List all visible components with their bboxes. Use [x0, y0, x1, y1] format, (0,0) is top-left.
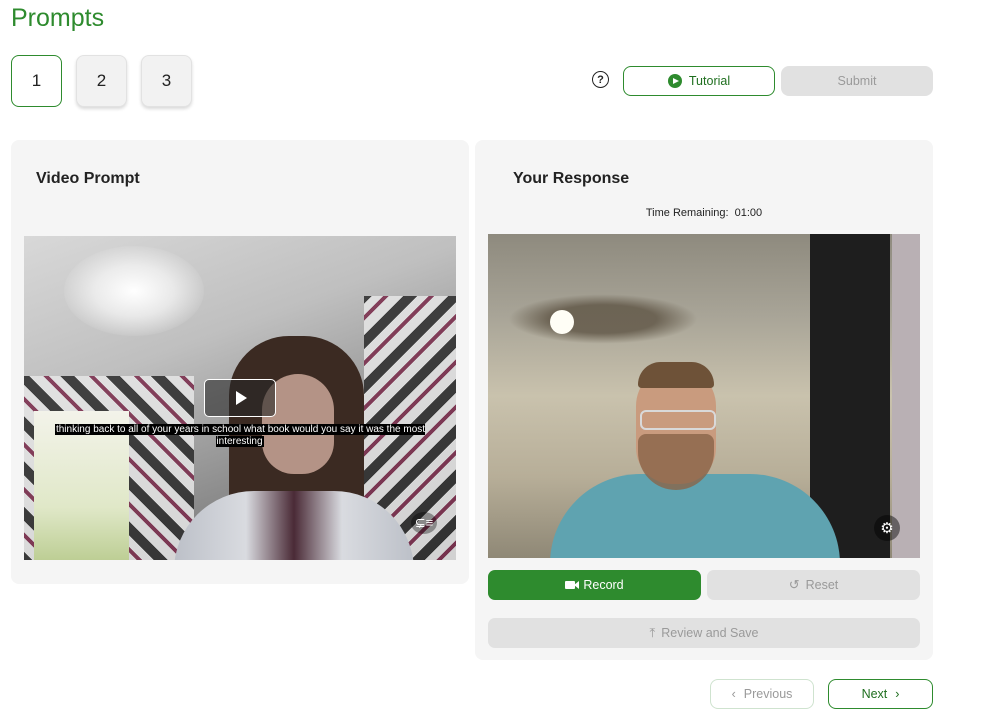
prompt-tab-2[interactable]: 2	[76, 55, 127, 107]
play-circle-icon	[667, 74, 682, 88]
webcam-preview: ⚙	[488, 234, 920, 558]
ceiling-fan	[508, 294, 698, 344]
previous-label: Previous	[743, 687, 793, 701]
fan-light	[550, 310, 574, 334]
next-label: Next	[861, 687, 888, 701]
respondent-hair	[638, 362, 714, 388]
video-prompt-title: Video Prompt	[36, 170, 140, 187]
record-button[interactable]: Record	[488, 570, 701, 600]
review-and-save-button[interactable]: ⤒ Review and Save	[488, 618, 920, 648]
time-remaining: Time Remaining: 01:00	[475, 207, 933, 219]
next-button[interactable]: Next ›	[828, 679, 933, 709]
review-label: Review and Save	[661, 626, 759, 640]
video-prompt-player[interactable]: thinking back to all of your years in sc…	[24, 236, 456, 560]
time-remaining-label: Time Remaining:	[645, 207, 729, 219]
prompt-tab-3[interactable]: 3	[141, 55, 192, 107]
prompt-tabs: 1 2 3	[11, 55, 192, 107]
video-caption: thinking back to all of your years in sc…	[44, 424, 436, 448]
closed-captions-icon[interactable]: ⊊≡	[411, 512, 437, 534]
time-remaining-value: 01:00	[734, 207, 763, 219]
prompt-tab-1[interactable]: 1	[11, 55, 62, 107]
tutorial-button[interactable]: Tutorial	[623, 66, 775, 96]
reset-button[interactable]: ↺ Reset	[707, 570, 920, 600]
window-edge	[892, 234, 920, 558]
chevron-left-icon: ‹	[731, 687, 736, 701]
record-label: Record	[583, 578, 624, 592]
chevron-right-icon: ›	[895, 687, 900, 701]
tutorial-label: Tutorial	[688, 74, 731, 88]
video-prompt-panel: Video Prompt thinking back to all of you…	[11, 140, 469, 584]
video-camera-icon	[565, 581, 580, 589]
upload-icon: ⤒	[649, 625, 656, 640]
submit-button[interactable]: Submit	[781, 66, 933, 96]
page-title: Prompts	[11, 4, 105, 32]
response-panel: Your Response Time Remaining: 01:00 ⚙ Rec…	[475, 140, 933, 660]
response-title: Your Response	[513, 170, 630, 187]
undo-icon: ↺	[788, 577, 800, 592]
question-circle-icon[interactable]: ?	[592, 71, 609, 88]
video-caption-text: thinking back to all of your years in sc…	[54, 424, 426, 447]
respondent-sweatshirt	[550, 474, 840, 558]
play-icon[interactable]	[204, 379, 276, 417]
reset-label: Reset	[805, 578, 839, 592]
respondent-glasses	[640, 410, 716, 430]
ceiling-light	[64, 246, 204, 336]
previous-button[interactable]: ‹ Previous	[710, 679, 814, 709]
gear-icon[interactable]: ⚙	[874, 515, 900, 541]
